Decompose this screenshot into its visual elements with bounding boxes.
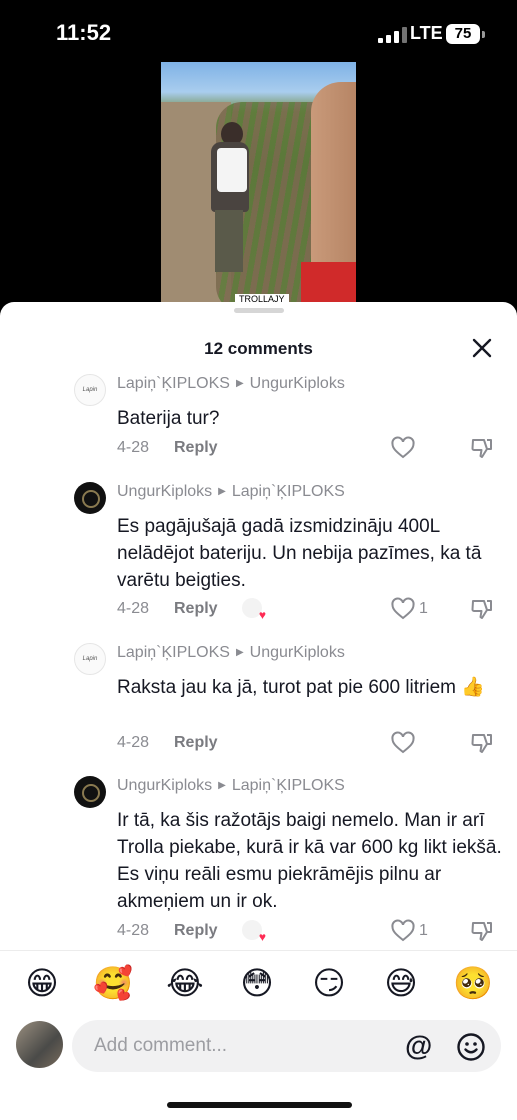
- thumbs-down-icon[interactable]: [470, 731, 494, 755]
- thumbs-down-icon[interactable]: [470, 436, 494, 460]
- comment-author[interactable]: Lapiņ`ĶIPLOKS: [117, 375, 230, 392]
- network-type: LTE: [410, 23, 443, 43]
- reply-button[interactable]: Reply: [174, 600, 218, 618]
- reply-arrow-icon: ▶: [235, 378, 244, 389]
- mention-button[interactable]: @: [405, 1031, 432, 1061]
- thumbs-down-icon[interactable]: [470, 919, 494, 943]
- comment-text: Es pagājušajā gadā izsmidzināju 400L nel…: [117, 516, 482, 591]
- avatar-text: Lapin ĶIPLOKS: [82, 656, 98, 662]
- reply-to-user[interactable]: UngurKiploks: [250, 375, 345, 392]
- comment-date: 4-28: [117, 922, 150, 939]
- comment-author[interactable]: Lapiņ`ĶIPLOKS: [117, 644, 230, 661]
- signal-icon: [378, 27, 407, 43]
- comment-text: Ir tā, ka šis ražotājs baigi nemelo. Man…: [117, 810, 502, 912]
- comment-text: Raksta jau ka jā, turot pat pie 600 litr…: [117, 677, 485, 698]
- comment-author[interactable]: UngurKiploks: [117, 483, 212, 500]
- emoji-grin[interactable]: 😁: [22, 965, 62, 1001]
- quick-emoji-bar: 😁 🥰 😂 😳 😏 😅 🥺: [0, 950, 517, 1016]
- reply-arrow-icon: ▶: [235, 647, 244, 658]
- reply-arrow-icon: ▶: [218, 486, 226, 497]
- smiley-icon[interactable]: [456, 1032, 486, 1062]
- reply-to-user[interactable]: UngurKiploks: [250, 644, 345, 661]
- close-icon[interactable]: [470, 336, 494, 360]
- avatar-text: Lapin ĶIPLOKS: [82, 387, 98, 393]
- comment-meta: 4-28 Reply: [117, 598, 266, 622]
- emoji-pleading[interactable]: 🥺: [453, 965, 493, 1001]
- video-person: [205, 122, 253, 272]
- heart-icon[interactable]: [390, 597, 416, 621]
- comment-meta: 4-28 Reply: [117, 439, 218, 457]
- video-preview[interactable]: TROLLAJY: [161, 62, 356, 312]
- emoji-joy[interactable]: 😂: [165, 965, 205, 1001]
- reply-to-user[interactable]: Lapiņ`ĶIPLOKS: [232, 777, 345, 794]
- comment-date: 4-28: [117, 600, 150, 617]
- comment-date: 4-28: [117, 734, 150, 751]
- drag-handle[interactable]: [234, 308, 284, 313]
- status-time: 11:52: [56, 20, 112, 45]
- creator-liked-badge: [242, 598, 266, 622]
- avatar[interactable]: Lapin ĶIPLOKS: [74, 374, 106, 406]
- battery-icon: 75: [446, 24, 485, 44]
- comment-author-line: Lapiņ`ĶIPLOKS ▶ UngurKiploks: [117, 644, 345, 662]
- emoji-sweat-smile[interactable]: 😅: [381, 965, 421, 1001]
- heart-icon[interactable]: [390, 436, 416, 460]
- comment-input-row: @: [0, 1016, 517, 1076]
- like-count: 1: [419, 922, 428, 939]
- comment-meta: 4-28 Reply: [117, 734, 218, 752]
- status-bar: 11:52 LTE 75: [0, 0, 517, 70]
- thumbs-down-icon[interactable]: [470, 597, 494, 621]
- comment-author-line: UngurKiploks ▶ Lapiņ`ĶIPLOKS: [117, 483, 345, 501]
- avatar[interactable]: [74, 776, 106, 808]
- reply-button[interactable]: Reply: [174, 922, 218, 940]
- emoji-smirk[interactable]: 😏: [309, 965, 349, 1001]
- comments-count-title: 12 comments: [204, 339, 313, 358]
- reply-to-user[interactable]: Lapiņ`ĶIPLOKS: [232, 483, 345, 500]
- avatar[interactable]: [74, 482, 106, 514]
- comment-author[interactable]: UngurKiploks: [117, 777, 212, 794]
- heart-icon[interactable]: [390, 731, 416, 755]
- reply-button[interactable]: Reply: [174, 734, 218, 752]
- like-count: 1: [419, 600, 428, 617]
- avatar[interactable]: Lapin ĶIPLOKS: [74, 643, 106, 675]
- emoji-flushed[interactable]: 😳: [237, 965, 277, 1001]
- home-indicator: [167, 1102, 352, 1108]
- comment-input[interactable]: [94, 1020, 394, 1072]
- reply-arrow-icon: ▶: [218, 780, 226, 791]
- comment-date: 4-28: [117, 439, 150, 456]
- comment-author-line: Lapiņ`ĶIPLOKS ▶ UngurKiploks: [117, 375, 345, 393]
- emoji-smiling-hearts[interactable]: 🥰: [93, 965, 133, 1001]
- comment-author-line: UngurKiploks ▶ Lapiņ`ĶIPLOKS: [117, 777, 345, 795]
- comment-field[interactable]: @: [72, 1020, 501, 1072]
- heart-icon[interactable]: [390, 919, 416, 943]
- comment-meta: 4-28 Reply: [117, 920, 266, 944]
- creator-liked-badge: [242, 920, 266, 944]
- avatar[interactable]: [16, 1021, 63, 1068]
- reply-button[interactable]: Reply: [174, 439, 218, 457]
- comment-text: Baterija tur?: [117, 408, 220, 429]
